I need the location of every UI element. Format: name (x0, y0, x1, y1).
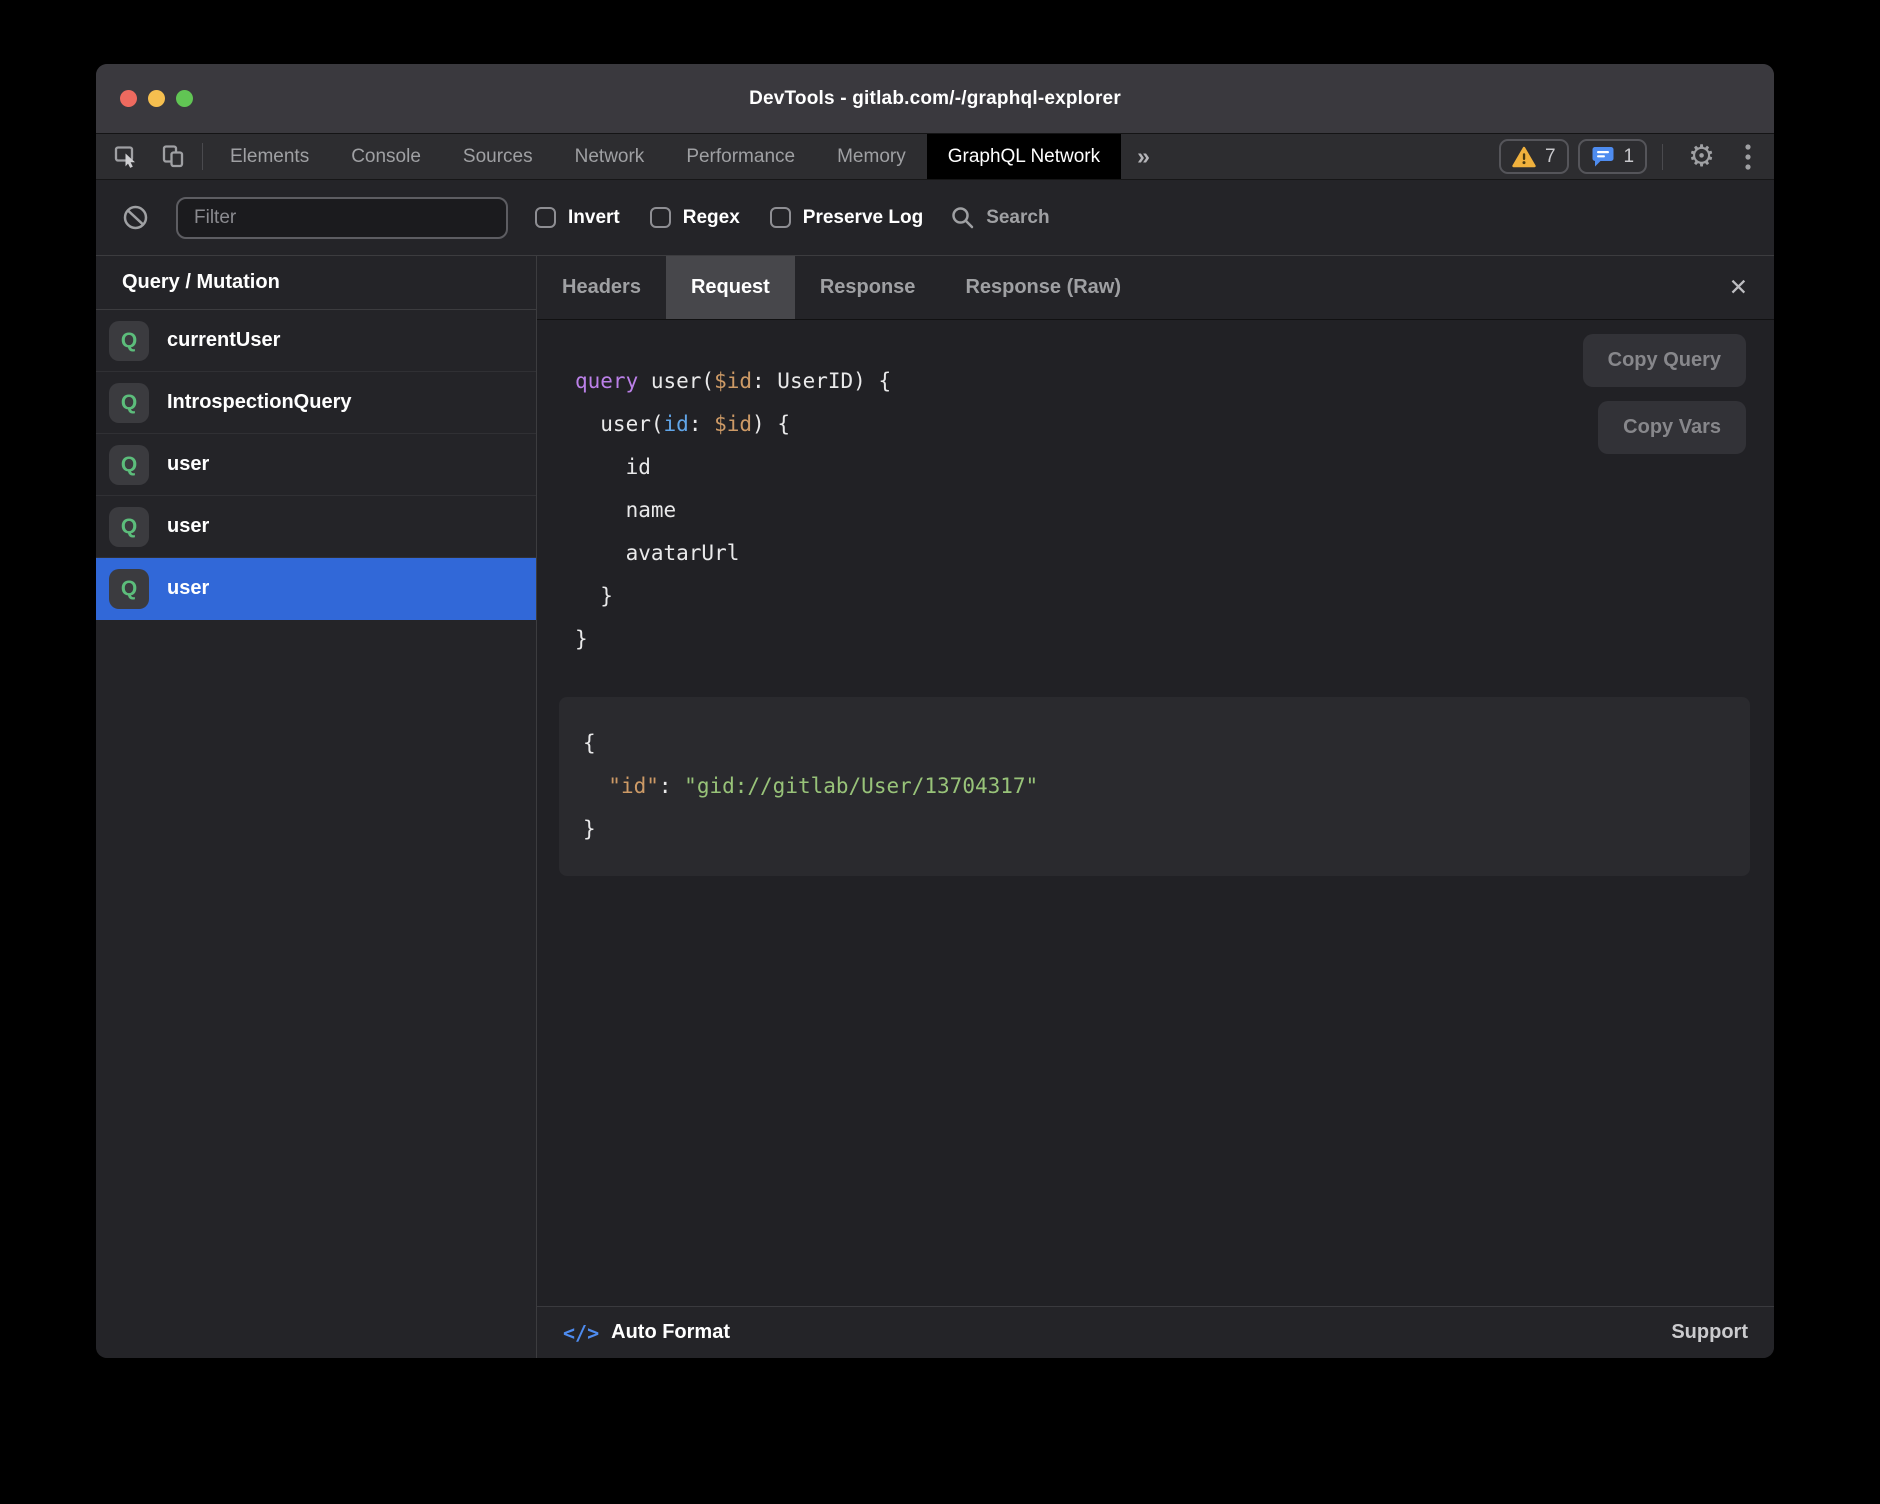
code-line: } (575, 575, 1774, 618)
search-button[interactable]: Search (950, 205, 1049, 230)
device-toolbar-button[interactable] (150, 134, 196, 179)
checkbox-preserve-log[interactable]: Preserve Log (770, 207, 923, 229)
main-tabbar-tabs: ElementsConsoleSourcesNetworkPerformance… (209, 134, 1121, 179)
main-area: Query / Mutation QcurrentUserQIntrospect… (96, 256, 1774, 1358)
menu-button[interactable] (1734, 142, 1762, 172)
request-content: Copy Query Copy Vars query user($id: Use… (537, 320, 1774, 1306)
query-type-badge: Q (109, 569, 149, 609)
list-item[interactable]: Q IntrospectionQuery (96, 372, 536, 434)
query-name: user (167, 577, 209, 600)
more-tabs-button[interactable]: » (1121, 134, 1166, 179)
warning-icon (1512, 146, 1536, 168)
query-type-badge: Q (109, 383, 149, 423)
copy-vars-button[interactable]: Copy Vars (1598, 401, 1746, 454)
tabbar-right-controls: 7 1 ⚙ (1499, 134, 1774, 179)
tab-performance[interactable]: Performance (665, 134, 816, 179)
query-type-badge: Q (109, 321, 149, 361)
query-type-badge: Q (109, 445, 149, 485)
checkbox-icon (770, 207, 791, 228)
warnings-badge[interactable]: 7 (1499, 139, 1569, 174)
minimize-window-button[interactable] (148, 90, 165, 107)
query-variables-box: { "id": "gid://gitlab/User/13704317"} (559, 697, 1750, 876)
code-line: } (575, 618, 1774, 661)
detail-tabbar: HeadersRequestResponseResponse (Raw) ✕ (537, 256, 1774, 320)
search-icon (950, 205, 975, 230)
kebab-menu-icon (1744, 142, 1752, 172)
title-bar: DevTools - gitlab.com/-/graphql-explorer (96, 64, 1774, 134)
query-list: QcurrentUserQIntrospectionQueryQuserQuse… (96, 310, 536, 620)
filter-input[interactable] (176, 197, 508, 239)
checkbox-regex[interactable]: Regex (650, 207, 740, 229)
auto-format-button[interactable]: </> Auto Format (563, 1321, 730, 1345)
close-icon: ✕ (1729, 274, 1748, 300)
code-line: { (583, 722, 1726, 765)
query-name: IntrospectionQuery (167, 391, 351, 414)
device-toolbar-icon (161, 144, 186, 169)
list-item[interactable]: Quser (96, 558, 536, 620)
traffic-lights (120, 64, 193, 133)
block-icon (122, 204, 149, 231)
copy-buttons: Copy Query Copy Vars (1583, 334, 1746, 454)
detail-footer: </> Auto Format Support (537, 1306, 1774, 1358)
checkbox-label: Invert (568, 207, 620, 229)
code-line: name (575, 489, 1774, 532)
detail-tab-headers[interactable]: Headers (537, 256, 666, 319)
issues-count: 1 (1624, 146, 1635, 168)
chevron-double-right-icon: » (1137, 143, 1150, 170)
query-name: user (167, 515, 209, 538)
tab-graphql-network[interactable]: GraphQL Network (927, 134, 1121, 179)
query-name: user (167, 453, 209, 476)
detail-tabs: HeadersRequestResponseResponse (Raw) (537, 256, 1146, 319)
window-title: DevTools - gitlab.com/-/graphql-explorer (96, 64, 1774, 133)
checkbox-label: Regex (683, 207, 740, 229)
close-window-button[interactable] (120, 90, 137, 107)
tab-sources[interactable]: Sources (442, 134, 554, 179)
list-item[interactable]: QcurrentUser (96, 310, 536, 372)
filter-options: Invert Regex Preserve Log (535, 207, 923, 229)
checkbox-icon (535, 207, 556, 228)
toolbar-separator (202, 143, 203, 170)
warning-count: 7 (1545, 146, 1556, 168)
inspect-element-button[interactable] (104, 134, 150, 179)
search-label: Search (986, 207, 1049, 229)
detail-tab-response-raw[interactable]: Response (Raw) (940, 256, 1146, 319)
devtools-tabbar: ElementsConsoleSourcesNetworkPerformance… (96, 134, 1774, 180)
filter-toolbar: Invert Regex Preserve Log Search (96, 180, 1774, 256)
code-line: } (583, 808, 1726, 851)
code-line: avatarUrl (575, 532, 1774, 575)
tab-console[interactable]: Console (330, 134, 442, 179)
list-item[interactable]: Quser (96, 496, 536, 558)
badge-separator (1662, 144, 1663, 170)
tab-network[interactable]: Network (554, 134, 666, 179)
detail-panel: HeadersRequestResponseResponse (Raw) ✕ C… (537, 256, 1774, 1358)
tab-memory[interactable]: Memory (816, 134, 927, 179)
message-icon (1591, 145, 1615, 168)
tab-elements[interactable]: Elements (209, 134, 330, 179)
detail-tab-response[interactable]: Response (795, 256, 941, 319)
sidebar-header: Query / Mutation (96, 256, 536, 310)
inspect-cursor-icon (114, 144, 141, 169)
copy-query-button[interactable]: Copy Query (1583, 334, 1746, 387)
code-line: "id": "gid://gitlab/User/13704317" (583, 765, 1726, 808)
checkbox-invert[interactable]: Invert (535, 207, 620, 229)
close-detail-button[interactable]: ✕ (1729, 274, 1748, 301)
auto-format-label: Auto Format (611, 1321, 730, 1344)
list-item[interactable]: Quser (96, 434, 536, 496)
query-name: currentUser (167, 329, 280, 352)
devtools-window: DevTools - gitlab.com/-/graphql-explorer… (96, 64, 1774, 1358)
settings-button[interactable]: ⚙ (1678, 142, 1725, 172)
query-variables-code: { "id": "gid://gitlab/User/13704317"} (583, 722, 1726, 851)
code-brackets-icon: </> (563, 1321, 599, 1345)
query-type-badge: Q (109, 507, 149, 547)
zoom-window-button[interactable] (176, 90, 193, 107)
checkbox-icon (650, 207, 671, 228)
issues-badge[interactable]: 1 (1578, 139, 1648, 174)
clear-button[interactable] (122, 204, 149, 231)
support-link[interactable]: Support (1671, 1321, 1748, 1344)
gear-icon: ⚙ (1688, 140, 1715, 173)
query-sidebar: Query / Mutation QcurrentUserQIntrospect… (96, 256, 537, 1358)
checkbox-label: Preserve Log (803, 207, 923, 229)
detail-tab-request[interactable]: Request (666, 256, 795, 319)
